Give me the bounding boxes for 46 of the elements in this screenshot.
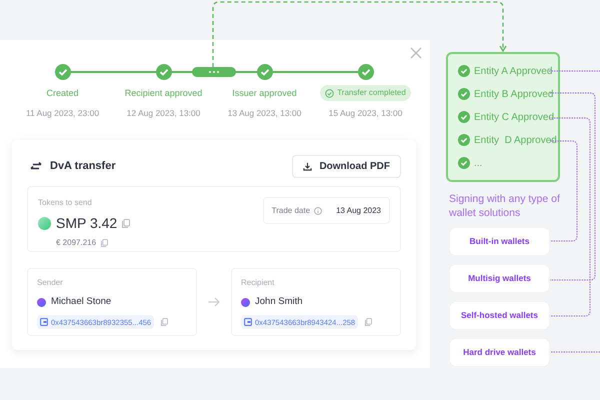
wallet-option: Built-in wallets	[450, 228, 549, 255]
step-date: 12 Aug 2023, 13:00	[126, 107, 200, 120]
wallet-option: Self-hosted wallets	[450, 302, 549, 329]
download-icon	[303, 162, 312, 171]
step-date: 15 Aug 2023, 13:00	[328, 107, 402, 120]
party-name: John Smith	[255, 295, 303, 309]
step-label: Created	[46, 87, 79, 100]
swap-arrows-icon	[30, 162, 42, 171]
wallet-icon	[244, 318, 252, 326]
close-icon[interactable]	[410, 47, 422, 59]
copy-icon[interactable]	[161, 318, 168, 326]
info-icon[interactable]	[314, 206, 322, 214]
avatar-icon	[241, 298, 250, 307]
copy-icon[interactable]	[365, 318, 372, 326]
avatar-icon	[37, 298, 46, 307]
connector-line	[548, 70, 600, 72]
party-role: Sender	[37, 277, 64, 289]
step-date: 11 Aug 2023, 23:00	[26, 107, 100, 120]
party-role: Recipient	[241, 277, 276, 289]
trade-date-label: Trade date	[272, 204, 310, 216]
copy-icon[interactable]	[101, 239, 108, 247]
check-circle-icon	[325, 88, 334, 98]
party-name: Michael Stone	[51, 295, 112, 309]
token-icon	[38, 217, 51, 230]
arrow-right-icon	[208, 297, 220, 307]
ellipsis-pill-icon[interactable]	[192, 67, 236, 77]
approval-label: Entity A Approved	[474, 64, 552, 78]
copy-icon[interactable]	[122, 219, 130, 228]
signing-note: Signing with any type of wallet solutions	[448, 192, 561, 220]
step-label: Issuer approved	[232, 87, 297, 100]
wallet-icon	[40, 318, 48, 326]
status-badge: Transfer completed	[320, 85, 411, 101]
card-title: DvA transfer	[50, 159, 116, 174]
approval-label: Entity D Approved	[474, 134, 557, 148]
approval-label: Entity C Approved	[474, 110, 554, 124]
approval-label: Entity B Approved	[474, 88, 554, 102]
approval-label: ...	[474, 156, 482, 170]
token-amount: SMP 3.42	[56, 214, 118, 233]
fiat-value: € 2097.216	[56, 237, 96, 249]
step-date: 13 Aug 2023, 13:00	[228, 107, 302, 120]
wallet-option: Hard drive wallets	[450, 339, 549, 366]
trade-date-value: 13 Aug 2023	[336, 204, 381, 216]
wallet-option: Multisig wallets	[450, 265, 549, 292]
step-label: Recipient approved	[124, 87, 202, 100]
download-pdf-button[interactable]: Download PDF	[292, 155, 401, 178]
tokens-label: Tokens to send	[38, 197, 93, 209]
